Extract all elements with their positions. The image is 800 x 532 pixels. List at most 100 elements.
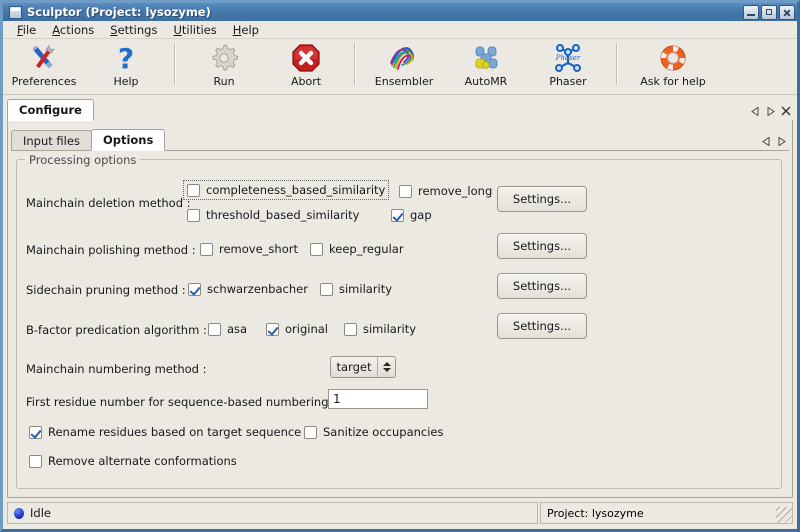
- close-button[interactable]: [779, 5, 795, 20]
- mainchain-numbering-label-wrap: Mainchain numbering method :: [26, 362, 207, 376]
- toolbar-ask-for-help-button[interactable]: Ask for help: [625, 39, 721, 93]
- toolbar-help-label: Help: [113, 75, 138, 88]
- menu-settings[interactable]: Settings: [102, 22, 165, 38]
- maximize-button[interactable]: [761, 5, 777, 20]
- toolbar-run-button[interactable]: Run: [183, 39, 265, 93]
- arrow-down-icon: [383, 368, 391, 372]
- settings-button-mainchain-deletion-label: Settings...: [513, 192, 571, 206]
- checkbox-gap-label: gap: [410, 208, 432, 222]
- sidechain-pruning-label: Sidechain pruning method :: [26, 283, 186, 297]
- outer-tab-bar: Configure: [7, 99, 793, 121]
- checkbox-threshold-based-similarity-box: [187, 209, 200, 222]
- life-ring-icon: [658, 42, 688, 74]
- toolbar-phaser-button[interactable]: Phaser Phaser: [527, 39, 609, 93]
- settings-button-mainchain-polishing-label: Settings...: [513, 239, 571, 253]
- menu-help[interactable]: Help: [225, 22, 267, 38]
- checkbox-keep-regular-label: keep_regular: [329, 242, 404, 256]
- resize-grip[interactable]: [776, 507, 792, 523]
- first-residue-label: First residue number for sequence-based …: [26, 395, 336, 409]
- checkbox-remove-long-label: remove_long: [418, 184, 492, 198]
- toolbar-separator-1: [174, 43, 176, 85]
- checkbox-schwarzenbacher-label: schwarzenbacher: [207, 282, 308, 296]
- checkbox-sidechain-similarity[interactable]: similarity: [320, 282, 392, 296]
- outer-tab-close-icon[interactable]: [778, 102, 793, 120]
- checkbox-threshold-based-similarity[interactable]: threshold_based_similarity: [187, 208, 359, 222]
- mainchain-numbering-combobox[interactable]: target: [330, 356, 396, 378]
- toolbar-abort-label: Abort: [291, 75, 321, 88]
- checkbox-bfactor-similarity-box: [344, 323, 357, 336]
- checkbox-original[interactable]: original: [266, 322, 328, 336]
- svg-text:?: ?: [118, 43, 134, 73]
- spinner-arrows-icon[interactable]: [377, 357, 395, 377]
- mainchain-deletion-label: Mainchain deletion method :: [26, 196, 191, 210]
- tab-input-files[interactable]: Input files: [11, 130, 92, 150]
- checkbox-gap[interactable]: gap: [391, 208, 432, 222]
- mainchain-numbering-value: target: [331, 360, 377, 374]
- checkbox-sanitize-occupancies-box: [304, 426, 317, 439]
- outer-tab-next-icon[interactable]: [763, 102, 778, 120]
- tab-input-files-label: Input files: [23, 134, 80, 148]
- checkbox-remove-alternate-conformations[interactable]: Remove alternate conformations: [29, 454, 237, 468]
- blue-dot-icon: [14, 508, 24, 519]
- toolbar-automr-button[interactable]: AutoMR: [445, 39, 527, 93]
- checkbox-gap-box: [391, 209, 404, 222]
- window-title: Sculptor (Project: lysozyme): [27, 5, 741, 19]
- outer-tab-prev-icon[interactable]: [748, 102, 763, 120]
- tools-icon: [29, 42, 59, 74]
- mainchain-polishing-label-wrap: Mainchain polishing method :: [26, 243, 196, 257]
- processing-options-group: Processing options Mainchain deletion me…: [16, 159, 782, 489]
- checkbox-completeness-based-similarity-label: completeness_based_similarity: [206, 183, 385, 197]
- tab-configure-label: Configure: [19, 103, 82, 117]
- checkbox-remove-short[interactable]: remove_short: [200, 242, 298, 256]
- checkbox-rename-residues[interactable]: Rename residues based on target sequence: [29, 425, 301, 439]
- toolbar-separator-2: [354, 43, 356, 85]
- checkbox-sidechain-similarity-label: similarity: [339, 282, 392, 296]
- checkbox-rename-residues-box: [29, 426, 42, 439]
- toolbar-preferences-button[interactable]: Preferences: [3, 39, 85, 93]
- menu-utilities[interactable]: Utilities: [165, 22, 224, 38]
- settings-button-sidechain-pruning-label: Settings...: [513, 279, 571, 293]
- checkbox-bfactor-similarity-label: similarity: [363, 322, 416, 336]
- inner-tab-next-icon[interactable]: [774, 132, 789, 150]
- mainchain-polishing-label: Mainchain polishing method :: [26, 243, 196, 257]
- settings-button-mainchain-deletion[interactable]: Settings...: [497, 186, 587, 212]
- svg-text:Phaser: Phaser: [555, 54, 581, 62]
- inner-tab-bar: Input files Options: [11, 130, 789, 151]
- checkbox-original-label: original: [285, 322, 328, 336]
- minimize-button[interactable]: [743, 5, 759, 20]
- inner-tab-prev-icon[interactable]: [759, 132, 774, 150]
- checkbox-remove-alternate-conformations-box: [29, 455, 42, 468]
- checkbox-sidechain-similarity-box: [320, 283, 333, 296]
- menu-file[interactable]: File: [9, 22, 44, 38]
- question-mark-icon: ?: [111, 42, 141, 74]
- checkbox-asa[interactable]: asa: [208, 322, 247, 336]
- menu-actions[interactable]: Actions: [44, 22, 102, 38]
- project-panel: Project: lysozyme: [540, 502, 793, 524]
- checkbox-schwarzenbacher[interactable]: schwarzenbacher: [188, 282, 308, 296]
- checkbox-bfactor-similarity[interactable]: similarity: [344, 322, 416, 336]
- checkbox-asa-box: [208, 323, 221, 336]
- settings-button-bfactor[interactable]: Settings...: [497, 313, 587, 339]
- toolbar-ensembler-button[interactable]: Ensembler: [363, 39, 445, 93]
- checkbox-remove-short-label: remove_short: [219, 242, 298, 256]
- tab-options[interactable]: Options: [91, 129, 165, 151]
- first-residue-input[interactable]: 1: [328, 389, 428, 409]
- checkbox-remove-long[interactable]: remove_long: [399, 184, 492, 198]
- checkbox-threshold-based-similarity-label: threshold_based_similarity: [206, 208, 359, 222]
- checkbox-sanitize-occupancies[interactable]: Sanitize occupancies: [304, 425, 444, 439]
- mainchain-numbering-label: Mainchain numbering method :: [26, 362, 207, 376]
- toolbar-abort-button[interactable]: Abort: [265, 39, 347, 93]
- toolbar-phaser-label: Phaser: [549, 75, 586, 88]
- toolbar-ask-for-help-label: Ask for help: [640, 75, 706, 88]
- toolbar: Preferences ? Help Run: [3, 39, 797, 95]
- menu-bar: File Actions Settings Utilities Help: [3, 21, 797, 39]
- mainchain-deletion-label-wrap: Mainchain deletion method :: [26, 196, 191, 210]
- settings-button-sidechain-pruning[interactable]: Settings...: [497, 273, 587, 299]
- tab-configure[interactable]: Configure: [7, 99, 94, 121]
- toolbar-help-button[interactable]: ? Help: [85, 39, 167, 93]
- checkbox-completeness-based-similarity[interactable]: completeness_based_similarity: [185, 182, 387, 198]
- toolbar-run-label: Run: [213, 75, 234, 88]
- settings-button-mainchain-polishing[interactable]: Settings...: [497, 233, 587, 259]
- toolbar-separator-3: [616, 43, 618, 85]
- checkbox-keep-regular[interactable]: keep_regular: [310, 242, 404, 256]
